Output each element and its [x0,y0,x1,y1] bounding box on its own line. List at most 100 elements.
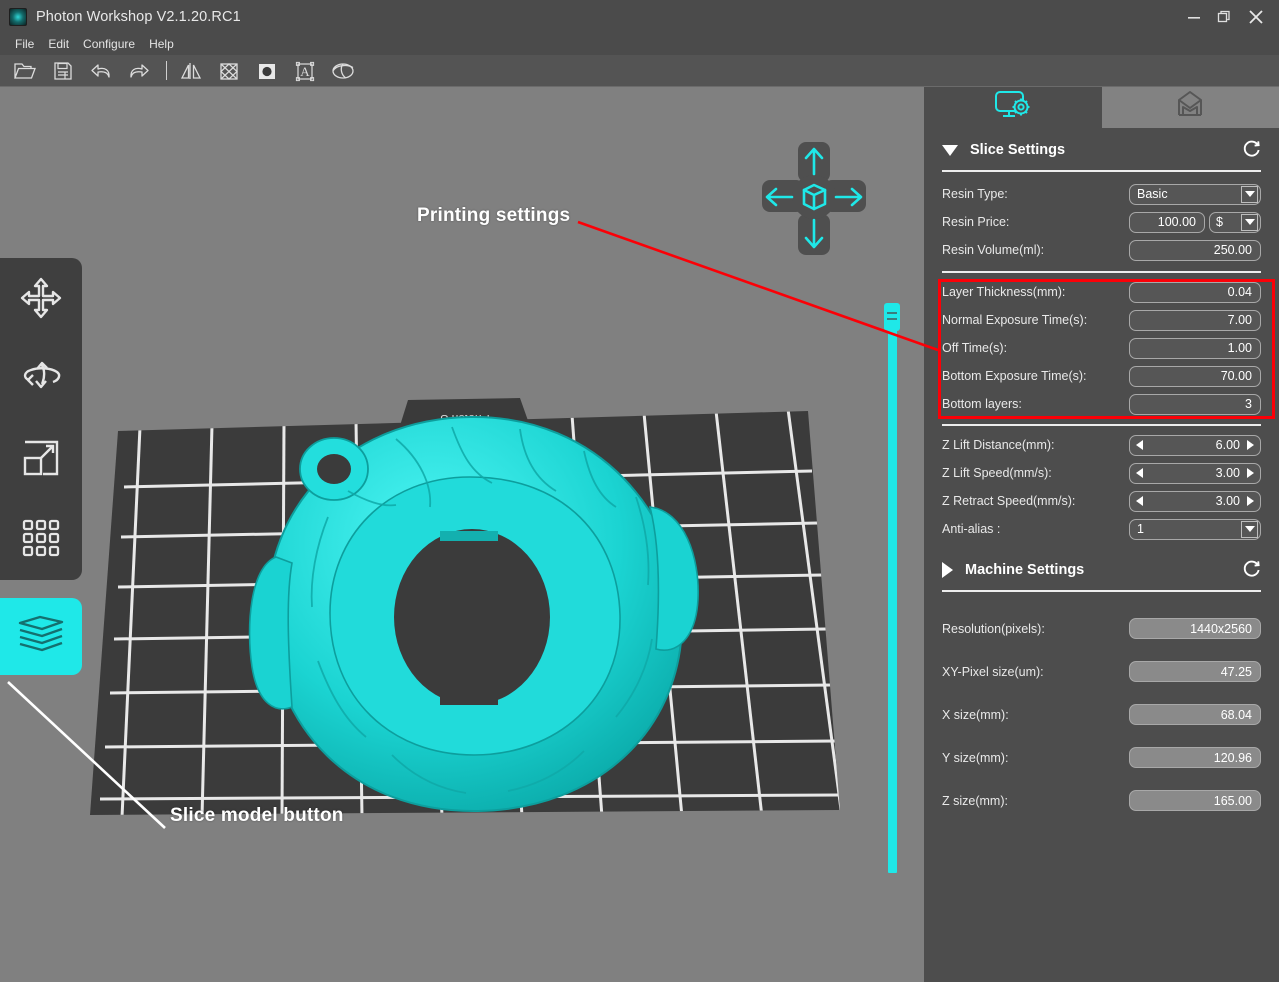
annotation-printing-settings: Printing settings [417,205,571,226]
layers-icon [14,611,68,662]
text-icon[interactable]: A [286,56,324,86]
redo-icon[interactable] [120,56,158,86]
bottom-layers-input[interactable]: 3 [1129,393,1261,415]
resin-type-value: Basic [1137,187,1168,201]
left-tool-rail [0,258,82,580]
resin-price-input[interactable]: 100.00 [1129,211,1205,233]
spinner-increment-icon[interactable] [1247,440,1254,450]
rotate-tool[interactable] [0,338,82,418]
chevron-down-icon[interactable] [1241,213,1258,231]
z-retract-speed-spinner[interactable]: 3.00 [1129,490,1261,512]
z-height-slider[interactable] [884,303,900,873]
close-icon[interactable] [1239,0,1273,34]
menu-help[interactable]: Help [142,34,181,55]
menu-file[interactable]: File [8,34,41,55]
menu-bar: File Edit Configure Help [0,34,1279,55]
resin-price-unit-combobox[interactable]: $ [1209,211,1261,233]
resin-volume-input[interactable]: 250.00 [1129,239,1261,261]
spinner-decrement-icon[interactable] [1136,496,1143,506]
row-resin-type: Resin Type: Basic [942,180,1261,208]
spinner-increment-icon[interactable] [1247,468,1254,478]
row-off-time: Off Time(s): 1.00 [942,334,1261,362]
spinner-decrement-icon[interactable] [1136,468,1143,478]
save-file-icon[interactable] [44,56,82,86]
row-resolution: Resolution(pixels): 1440x2560 [942,607,1261,650]
slice-settings-header[interactable]: Slice Settings [924,133,1279,167]
divider [942,590,1261,592]
undo-icon[interactable] [82,56,120,86]
chevron-down-icon[interactable] [1241,185,1258,203]
bottom-exposure-time-input[interactable]: 70.00 [1129,365,1261,387]
row-z-lift-speed: Z Lift Speed(mm/s): 3.00 [942,459,1261,487]
z-retract-speed-value: 3.00 [1215,494,1240,508]
annotation-slice-model-button: Slice model button [170,805,344,826]
view-navigation-gizmo[interactable] [760,140,868,257]
row-anti-alias: Anti-alias : 1 [942,515,1261,543]
machine-info-rows: Resolution(pixels): 1440x2560 XY-Pixel s… [924,607,1279,822]
divider [942,271,1261,273]
z-lift-speed-value: 3.00 [1215,466,1240,480]
z-slider-track[interactable] [888,329,897,873]
anti-alias-combobox[interactable]: 1 [1129,518,1261,540]
x-size-value: 68.04 [1129,704,1261,725]
z-slider-handle[interactable] [884,303,900,331]
label-anti-alias: Anti-alias : [942,522,1001,536]
row-bottom-layers: Bottom layers: 3 [942,390,1261,418]
menu-edit[interactable]: Edit [41,34,76,55]
machine-settings-header[interactable]: Machine Settings [924,553,1279,587]
label-resin-volume: Resin Volume(ml): [942,243,1045,257]
z-size-value: 165.00 [1129,790,1261,811]
scale-tool[interactable] [0,418,82,498]
resin-group: Resin Type: Basic Resin Price: 100.00 $ … [924,180,1279,264]
label-z-size: Z size(mm): [942,793,1008,808]
row-normal-exposure-time: Normal Exposure Time(s): 7.00 [942,306,1261,334]
row-bottom-exposure-time: Bottom Exposure Time(s): 70.00 [942,362,1261,390]
z-lift-speed-spinner[interactable]: 3.00 [1129,462,1261,484]
monitor-gear-icon [993,89,1033,126]
label-normal-exposure-time: Normal Exposure Time(s): [942,313,1088,327]
label-layer-thickness: Layer Thickness(mm): [942,285,1066,299]
resin-type-combobox[interactable]: Basic [1129,183,1261,205]
row-z-lift-distance: Z Lift Distance(mm): 6.00 [942,431,1261,459]
z-lift-distance-value: 6.00 [1215,438,1240,452]
tab-machine-preview[interactable] [1101,87,1279,128]
label-xy-pixel-size: XY-Pixel size(um): [942,664,1044,679]
app-logo-icon [9,8,27,26]
label-bottom-exposure-time: Bottom Exposure Time(s): [942,369,1087,383]
refresh-icon[interactable] [1242,138,1262,163]
tab-slice-settings[interactable] [924,87,1102,128]
menu-configure[interactable]: Configure [76,34,142,55]
off-time-input[interactable]: 1.00 [1129,337,1261,359]
support-icon[interactable] [210,56,248,86]
machine-settings-title: Machine Settings [965,562,1085,578]
spinner-decrement-icon[interactable] [1136,440,1143,450]
minimize-icon[interactable] [1179,0,1209,34]
layer-thickness-input[interactable]: 0.04 [1129,281,1261,303]
chevron-down-icon[interactable] [942,144,958,156]
slice-model-button[interactable] [0,598,82,675]
row-xy-pixel-size: XY-Pixel size(um): 47.25 [942,650,1261,693]
slice-settings-title: Slice Settings [970,142,1066,158]
exposure-group: Layer Thickness(mm): 0.04 Normal Exposur… [924,278,1279,418]
label-z-lift-speed: Z Lift Speed(mm/s): [942,466,1052,480]
title-bar: Photon Workshop V2.1.20.RC1 [0,0,1279,34]
z-lift-distance-spinner[interactable]: 6.00 [1129,434,1261,456]
maximize-icon[interactable] [1209,0,1239,34]
open-file-icon[interactable] [6,56,44,86]
resin-price-unit-value: $ [1216,215,1223,229]
chevron-down-icon[interactable] [1241,520,1258,538]
refresh-icon[interactable] [1242,558,1262,583]
label-resolution: Resolution(pixels): [942,621,1045,636]
mirror-icon[interactable] [172,56,210,86]
normal-exposure-time-input[interactable]: 7.00 [1129,309,1261,331]
spinner-increment-icon[interactable] [1247,496,1254,506]
chevron-right-icon[interactable] [942,562,953,578]
hollow-icon[interactable] [248,56,286,86]
window-controls [1179,0,1279,34]
slice-preview-icon[interactable] [324,56,362,86]
arrange-tool[interactable] [0,498,82,578]
xy-pixel-size-value: 47.25 [1129,661,1261,682]
row-resin-price: Resin Price: 100.00 $ [942,208,1261,236]
row-z-retract-speed: Z Retract Speed(mm/s): 3.00 [942,487,1261,515]
move-tool[interactable] [0,258,82,338]
